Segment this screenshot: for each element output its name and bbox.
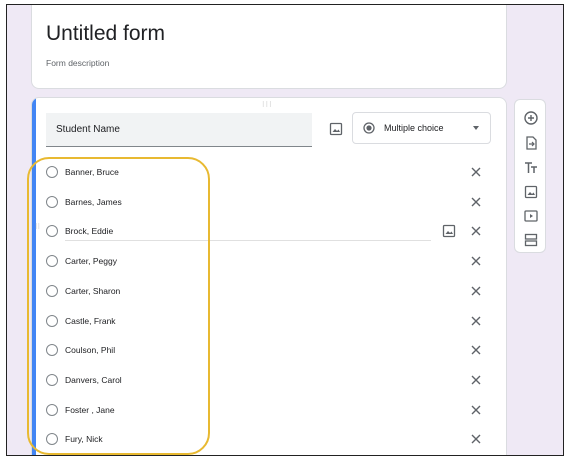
radio-button-checked-icon bbox=[363, 122, 375, 134]
radio-button-icon bbox=[46, 373, 58, 386]
drag-handle-icon[interactable]: ⁝⁝⁝ bbox=[262, 100, 273, 109]
option-label[interactable]: Castle, Frank bbox=[65, 316, 116, 326]
form-description[interactable]: Form description bbox=[46, 58, 109, 68]
radio-button-icon bbox=[46, 166, 58, 178]
option-row[interactable]: Coulson, Phil bbox=[32, 340, 506, 362]
option-row[interactable]: Carter, Peggy bbox=[32, 251, 506, 273]
option-label[interactable]: Danvers, Carol bbox=[65, 375, 122, 385]
option-row[interactable]: Carter, Sharon bbox=[32, 281, 506, 303]
close-icon[interactable] bbox=[468, 194, 484, 210]
add-image-icon[interactable] bbox=[442, 224, 456, 238]
add-video-icon[interactable] bbox=[523, 208, 539, 224]
option-row[interactable]: Barnes, James bbox=[32, 192, 506, 214]
add-image-icon[interactable] bbox=[523, 184, 539, 200]
option-input-underline bbox=[65, 240, 431, 242]
import-questions-icon[interactable] bbox=[523, 135, 539, 151]
close-icon[interactable] bbox=[468, 431, 484, 447]
radio-button-icon bbox=[46, 433, 58, 446]
add-image-icon[interactable] bbox=[329, 122, 343, 136]
close-icon[interactable] bbox=[468, 253, 484, 269]
close-icon[interactable] bbox=[468, 223, 484, 239]
radio-button-icon bbox=[46, 403, 58, 416]
option-row[interactable]: Foster , Jane bbox=[32, 400, 506, 422]
close-icon[interactable] bbox=[468, 164, 484, 180]
form-title[interactable]: Untitled form bbox=[46, 22, 165, 46]
option-label[interactable]: Carter, Peggy bbox=[65, 256, 117, 266]
radio-button-icon bbox=[46, 255, 58, 268]
option-row[interactable]: Castle, Frank bbox=[32, 311, 506, 333]
radio-button-icon bbox=[46, 284, 58, 297]
close-icon[interactable] bbox=[468, 372, 484, 388]
drag-handle-icon[interactable]: ⁝⁝ bbox=[35, 223, 43, 231]
form-header-card: Untitled form Form description bbox=[31, 5, 507, 89]
close-icon[interactable] bbox=[468, 342, 484, 358]
floating-toolbar bbox=[514, 99, 546, 253]
chevron-down-icon bbox=[473, 126, 479, 130]
option-label[interactable]: Fury, Nick bbox=[65, 434, 103, 444]
radio-button-icon bbox=[46, 225, 58, 238]
close-icon[interactable] bbox=[468, 313, 484, 329]
option-label[interactable]: Carter, Sharon bbox=[65, 286, 120, 296]
option-label[interactable]: Barnes, James bbox=[65, 197, 122, 207]
radio-button-icon bbox=[46, 344, 58, 357]
option-label[interactable]: Brock, Eddie bbox=[65, 226, 113, 236]
radio-button-icon bbox=[46, 314, 58, 327]
option-row[interactable]: Brock, Eddie ⁝⁝ bbox=[32, 221, 506, 243]
radio-button-icon bbox=[46, 195, 58, 208]
option-row[interactable]: Banner, Bruce bbox=[32, 162, 506, 184]
question-type-label: Multiple choice bbox=[384, 123, 444, 133]
question-title-text: Student Name bbox=[56, 124, 120, 135]
question-card[interactable]: ⁝⁝⁝ Student Name Multiple choice Banner,… bbox=[31, 97, 507, 455]
form-editor: Untitled form Form description ⁝⁝⁝ Stude… bbox=[6, 4, 564, 456]
add-section-icon[interactable] bbox=[523, 232, 539, 248]
add-title-icon[interactable] bbox=[523, 160, 539, 176]
option-label[interactable]: Banner, Bruce bbox=[65, 167, 119, 177]
option-label[interactable]: Coulson, Phil bbox=[65, 345, 115, 355]
question-title-field[interactable]: Student Name bbox=[46, 113, 312, 147]
option-label[interactable]: Foster , Jane bbox=[65, 405, 115, 415]
option-row[interactable]: Danvers, Carol bbox=[32, 370, 506, 392]
option-row[interactable]: Fury, Nick bbox=[32, 429, 506, 451]
close-icon[interactable] bbox=[468, 283, 484, 299]
add-question-icon[interactable] bbox=[523, 110, 539, 126]
close-icon[interactable] bbox=[468, 402, 484, 418]
question-type-dropdown[interactable]: Multiple choice bbox=[352, 112, 491, 144]
